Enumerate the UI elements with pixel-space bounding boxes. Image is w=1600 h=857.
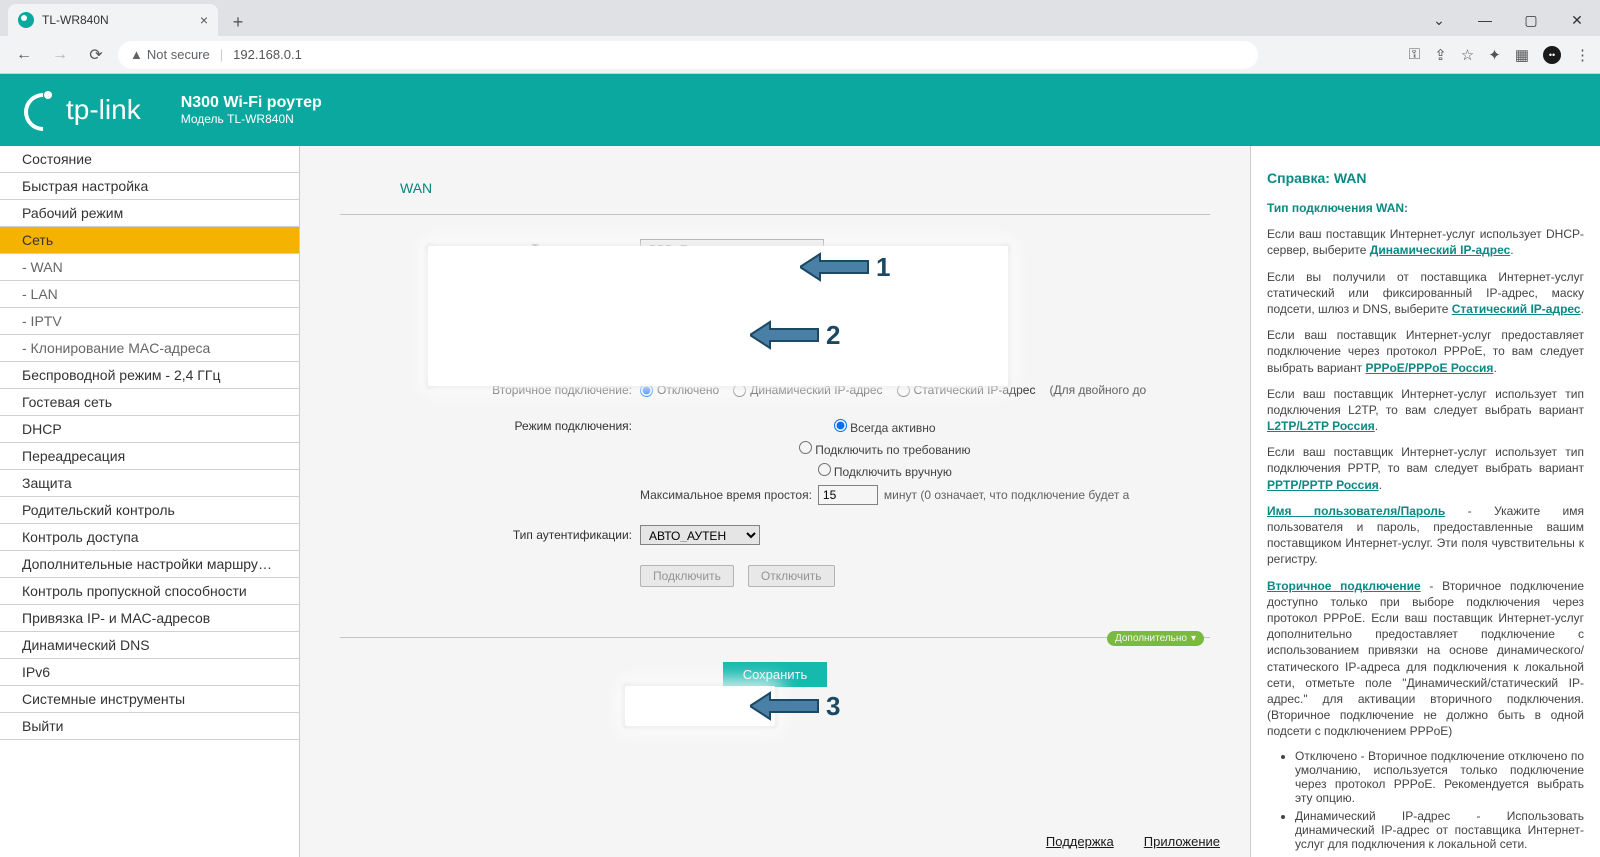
mode-manual-radio[interactable]: Подключить вручную xyxy=(818,463,952,479)
kebab-menu-icon[interactable]: ⋮ xyxy=(1575,46,1590,64)
window-minimize-icon[interactable]: — xyxy=(1462,4,1508,36)
sidebar-item-iptv[interactable]: - IPTV xyxy=(0,308,299,335)
secondary-dyn-radio[interactable]: Динамический IP-адрес xyxy=(733,383,882,397)
disconnect-button[interactable]: Отключить xyxy=(748,565,835,587)
max-idle-input[interactable] xyxy=(818,485,878,505)
sidebar-item-wireless[interactable]: Беспроводной режим - 2,4 ГГц xyxy=(0,362,299,389)
tab-favicon xyxy=(18,12,34,28)
mode-demand-radio[interactable]: Подключить по требованию xyxy=(799,441,971,457)
sidebar-item-quick-setup[interactable]: Быстрая настройка xyxy=(0,173,299,200)
forward-button[interactable]: → xyxy=(46,41,74,69)
app-link[interactable]: Приложение xyxy=(1144,834,1220,849)
label-ppp-pass: PPP пароль: xyxy=(340,316,640,330)
share-icon[interactable]: ⇪ xyxy=(1434,46,1447,64)
annotation-arrow-3: 3 xyxy=(750,689,840,723)
annotation-arrow-1: 1 xyxy=(800,250,890,284)
sidebar-item-operation-mode[interactable]: Рабочий режим xyxy=(0,200,299,227)
sidebar-item-forwarding[interactable]: Переадресация xyxy=(0,443,299,470)
sidebar-item-network[interactable]: Сеть xyxy=(0,227,299,254)
window-maximize-icon[interactable]: ▢ xyxy=(1508,4,1554,36)
checker-icon[interactable]: ▦ xyxy=(1515,46,1529,64)
main-content: WAN Тип подключения: PPPoE PPP имя польз… xyxy=(300,146,1250,857)
label-conn-type: Тип подключения: xyxy=(340,242,640,256)
sidebar-item-ip-mac[interactable]: Привязка IP- и MAC-адресов xyxy=(0,605,299,632)
sidebar-item-guest[interactable]: Гостевая сеть xyxy=(0,389,299,416)
extensions-icon[interactable]: ✦ xyxy=(1488,46,1501,64)
sidebar-item-system[interactable]: Системные инструменты xyxy=(0,686,299,713)
window-dropdown-icon[interactable]: ⌄ xyxy=(1416,4,1462,36)
sidebar-item-access[interactable]: Контроль доступа xyxy=(0,524,299,551)
sidebar-item-ddns[interactable]: Динамический DNS xyxy=(0,632,299,659)
not-secure-badge: ▲ Not secure xyxy=(130,47,210,62)
connect-button[interactable]: Подключить xyxy=(640,565,734,587)
help-li-off: Отключено - Вторичное подключение отключ… xyxy=(1295,749,1584,805)
save-button[interactable]: Сохранить xyxy=(723,662,828,687)
idle-unit: минут (0 означает, что подключение будет… xyxy=(884,488,1129,502)
secondary-note: (Для двойного до xyxy=(1049,383,1146,397)
sidebar-item-logout[interactable]: Выйти xyxy=(0,713,299,740)
tab-title: TL-WR840N xyxy=(42,13,109,27)
label-secondary: Вторичное подключение: xyxy=(340,383,640,397)
label-mode: Режим подключения: xyxy=(340,419,640,433)
label-auth: Тип аутентификации: xyxy=(340,528,640,542)
secondary-off-radio[interactable]: Отключено xyxy=(640,383,719,397)
connection-type-select[interactable]: PPPoE xyxy=(640,239,824,259)
help-title: Справка: WAN xyxy=(1267,170,1584,186)
sidebar-item-ipv6[interactable]: IPv6 xyxy=(0,659,299,686)
brand-logo: tp-link xyxy=(24,93,141,127)
sidebar-item-parental[interactable]: Родительский контроль xyxy=(0,497,299,524)
sidebar-item-routing[interactable]: Дополнительные настройки маршрутизации xyxy=(0,551,299,578)
logo-mark-icon xyxy=(24,93,58,127)
back-button[interactable]: ← xyxy=(10,41,38,69)
router-model: Модель TL-WR840N xyxy=(181,112,322,126)
sidebar-item-bandwidth[interactable]: Контроль пропускной способности xyxy=(0,578,299,605)
sidebar-item-security[interactable]: Защита xyxy=(0,470,299,497)
router-header: tp-link N300 Wi-Fi роутер Модель TL-WR84… xyxy=(0,74,1600,146)
reload-button[interactable]: ⟳ xyxy=(82,41,110,69)
label-idle: Максимальное время простоя: xyxy=(640,488,812,502)
annotation-arrow-2: 2 xyxy=(750,318,840,352)
router-title: N300 Wi-Fi роутер xyxy=(181,94,322,112)
browser-tab[interactable]: TL-WR840N × xyxy=(8,4,218,36)
support-link[interactable]: Поддержка xyxy=(1046,834,1114,849)
window-close-icon[interactable]: ✕ xyxy=(1554,4,1600,36)
password-key-icon[interactable]: ⚿ xyxy=(1409,46,1420,63)
mode-always-radio[interactable]: Всегда активно xyxy=(834,419,936,435)
ppp-username-input[interactable] xyxy=(640,285,770,305)
page-title: WAN xyxy=(400,180,1210,196)
advanced-toggle[interactable]: Дополнительно ▾ xyxy=(1107,631,1204,646)
help-li-dyn: Динамический IP-адрес - Использовать дин… xyxy=(1295,809,1584,851)
sidebar-item-dhcp[interactable]: DHCP xyxy=(0,416,299,443)
secondary-stat-radio[interactable]: Статический IP-адрес xyxy=(897,383,1036,397)
profile-avatar[interactable]: •• xyxy=(1543,46,1561,64)
url-text: 192.168.0.1 xyxy=(233,47,302,62)
address-bar[interactable]: ▲ Not secure | 192.168.0.1 xyxy=(118,41,1258,69)
label-ppp-pass2: Подтвердить пароль: xyxy=(340,344,640,358)
auth-type-select[interactable]: АВТО_АУТЕН xyxy=(640,525,760,545)
new-tab-button[interactable]: + xyxy=(224,8,252,36)
sidebar-item-wan[interactable]: - WAN xyxy=(0,254,299,281)
sidebar-item-lan[interactable]: - LAN xyxy=(0,281,299,308)
sidebar-item-mac-clone[interactable]: - Клонирование MAC-адреса xyxy=(0,335,299,362)
star-icon[interactable]: ☆ xyxy=(1461,46,1474,64)
sidebar: Состояние Быстрая настройка Рабочий режи… xyxy=(0,146,300,857)
close-tab-icon[interactable]: × xyxy=(200,12,208,28)
help-panel: Справка: WAN Тип подключения WAN: Если в… xyxy=(1250,146,1600,857)
chevron-down-icon: ▾ xyxy=(1191,633,1196,644)
label-ppp-user: PPP имя пользователя: xyxy=(340,288,640,302)
sidebar-item-status[interactable]: Состояние xyxy=(0,146,299,173)
